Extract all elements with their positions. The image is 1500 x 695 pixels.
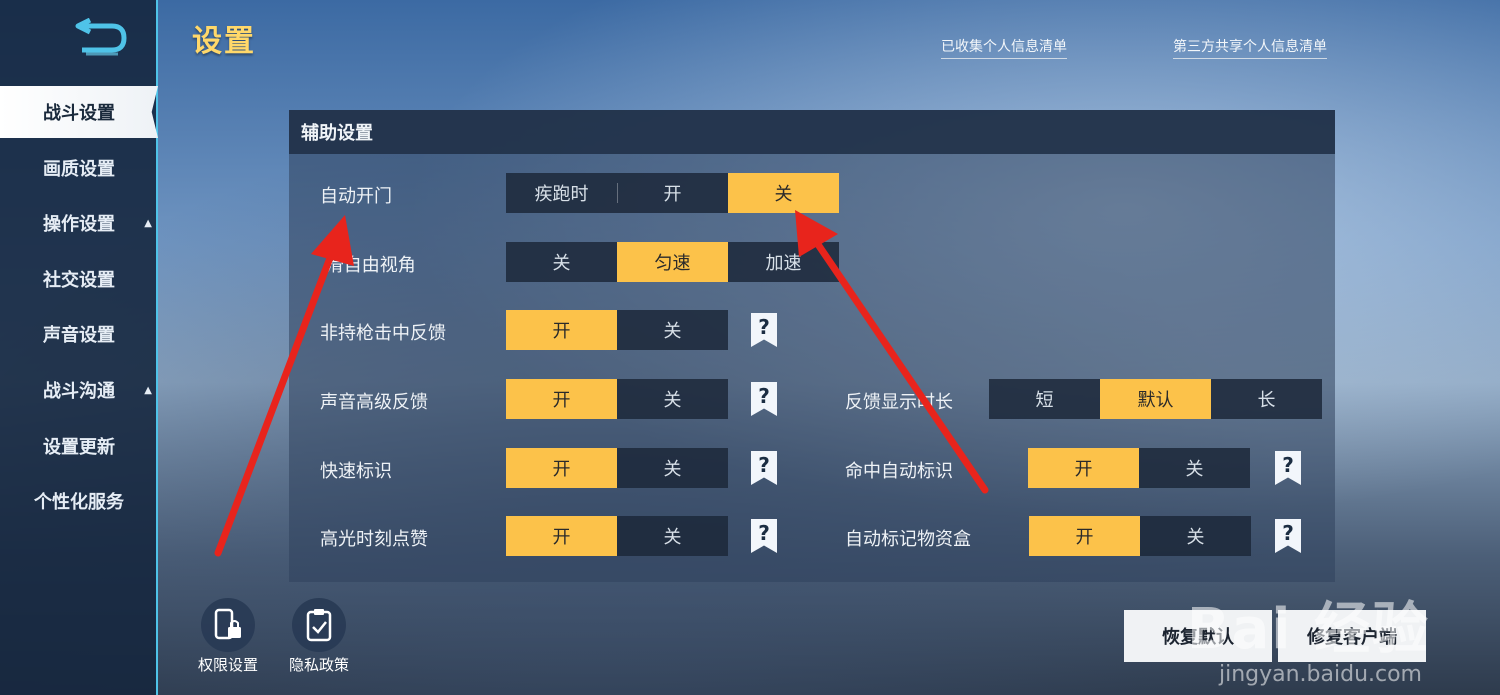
- sidebar-item-sound[interactable]: 声音设置: [0, 308, 158, 360]
- help-bookmark-icon[interactable]: ?: [1275, 519, 1301, 553]
- option-default[interactable]: 默认: [1100, 379, 1211, 419]
- option-off[interactable]: 关: [617, 516, 728, 556]
- option-off[interactable]: 关: [617, 310, 728, 350]
- seg-feedback-duration: 短 默认 长: [989, 379, 1322, 419]
- help-bookmark-icon[interactable]: ?: [751, 519, 777, 553]
- option-off[interactable]: 关: [506, 242, 617, 282]
- seg-sound-feedback: 开 关: [506, 379, 728, 419]
- help-bookmark-icon[interactable]: ?: [751, 451, 777, 485]
- seg-quick-mark: 开 关: [506, 448, 728, 488]
- baidu-watermark-url: jingyan.baidu.com: [1218, 662, 1422, 687]
- option-short[interactable]: 短: [989, 379, 1100, 419]
- option-off[interactable]: 关: [1140, 516, 1251, 556]
- panel-header: 辅助设置: [289, 110, 1335, 154]
- sidebar-item-label: 战斗设置: [43, 103, 115, 124]
- assist-settings-panel: 辅助设置 自动开门 疾跑时 开 关 ·滑自由视角 关 匀速 加速 非持枪击中反馈…: [289, 110, 1335, 582]
- row-label-text: 滑自由视角: [325, 255, 416, 276]
- option-on[interactable]: 开: [1029, 516, 1140, 556]
- privacy-policy-button[interactable]: 隐私政策: [286, 598, 352, 675]
- option-accelerate[interactable]: 加速: [728, 242, 839, 282]
- sidebar-item-combat-comm[interactable]: 战斗沟通 ▲: [0, 364, 158, 416]
- help-bookmark-icon[interactable]: ?: [751, 313, 777, 347]
- back-arrow-icon[interactable]: [72, 18, 128, 58]
- row-label-auto-door: 自动开门: [320, 186, 392, 207]
- sidebar-item-personalization[interactable]: 个性化服务: [0, 475, 158, 527]
- sidebar-item-label: 画质设置: [43, 159, 115, 180]
- row-label-feedback-duration: 反馈显示时长: [845, 392, 953, 413]
- third-party-info-link[interactable]: 第三方共享个人信息清单: [1173, 36, 1327, 59]
- seg-highlight-like: 开 关: [506, 516, 728, 556]
- row-label-auto-hit-mark: 命中自动标识: [845, 461, 953, 482]
- seg-hit-feedback: 开 关: [506, 310, 728, 350]
- row-label-sound-feedback: 声音高级反馈: [320, 392, 428, 413]
- seg-auto-hit-mark: 开 关: [1028, 448, 1250, 488]
- option-on[interactable]: 开: [506, 448, 617, 488]
- option-label: 开: [663, 184, 682, 205]
- phone-lock-icon: [201, 598, 255, 652]
- row-label-auto-mark-box: 自动标记物资盒: [845, 529, 971, 550]
- collected-info-link[interactable]: 已收集个人信息清单: [941, 36, 1067, 59]
- option-off[interactable]: 关: [617, 379, 728, 419]
- sidebar: 战斗设置 画质设置 操作设置 ▲ 社交设置 声音设置 战斗沟通 ▲ 设置更新 个性化…: [0, 0, 158, 695]
- row-label-quick-mark: 快速标识: [320, 461, 392, 482]
- option-off[interactable]: 关: [617, 448, 728, 488]
- option-off[interactable]: 关: [728, 173, 839, 213]
- option-on[interactable]: 开: [506, 379, 617, 419]
- phone-lock-svg: [214, 608, 241, 640]
- option-on[interactable]: 开: [506, 516, 617, 556]
- help-bookmark-icon[interactable]: ?: [751, 382, 777, 416]
- row-label-free-look: ·滑自由视角: [320, 251, 416, 277]
- sidebar-item-graphics[interactable]: 画质设置: [0, 142, 158, 194]
- sidebar-item-label: 个性化服务: [34, 492, 124, 513]
- option-uniform[interactable]: 匀速: [617, 242, 728, 282]
- option-sprint[interactable]: 疾跑时: [506, 173, 617, 213]
- sidebar-item-label: 社交设置: [43, 270, 115, 291]
- sidebar-item-label: 设置更新: [43, 437, 115, 458]
- sidebar-item-label: 声音设置: [43, 325, 115, 346]
- row-label-hit-feedback: 非持枪击中反馈: [320, 323, 446, 344]
- baidu-watermark: Bai 经验: [1186, 597, 1430, 662]
- sidebar-item-label: 战斗沟通: [43, 381, 115, 402]
- option-on[interactable]: 开: [617, 173, 728, 213]
- sidebar-item-update[interactable]: 设置更新: [0, 420, 158, 472]
- row-label-highlight-like: 高光时刻点赞: [320, 529, 428, 550]
- expand-caret-icon: ▲: [144, 217, 152, 229]
- option-long[interactable]: 长: [1211, 379, 1322, 419]
- clipboard-check-icon: [292, 598, 346, 652]
- expand-caret-icon: ▲: [144, 384, 152, 396]
- permission-settings-button[interactable]: 权限设置: [195, 598, 261, 675]
- page-title: 设置: [192, 24, 256, 59]
- permission-label: 权限设置: [197, 656, 258, 674]
- sidebar-item-social[interactable]: 社交设置: [0, 253, 158, 305]
- sidebar-item-controls[interactable]: 操作设置 ▲: [0, 197, 158, 249]
- sidebar-item-combat[interactable]: 战斗设置: [0, 86, 158, 138]
- option-on[interactable]: 开: [1028, 448, 1139, 488]
- seg-free-look: 关 匀速 加速: [506, 242, 839, 282]
- option-off[interactable]: 关: [1139, 448, 1250, 488]
- privacy-label: 隐私政策: [288, 656, 349, 674]
- divider: [617, 183, 618, 203]
- sidebar-item-label: 操作设置: [43, 214, 115, 235]
- seg-auto-door: 疾跑时 开 关: [506, 173, 839, 213]
- seg-auto-mark-box: 开 关: [1029, 516, 1251, 556]
- option-on[interactable]: 开: [506, 310, 617, 350]
- clipboard-svg: [306, 609, 332, 642]
- help-bookmark-icon[interactable]: ?: [1275, 451, 1301, 485]
